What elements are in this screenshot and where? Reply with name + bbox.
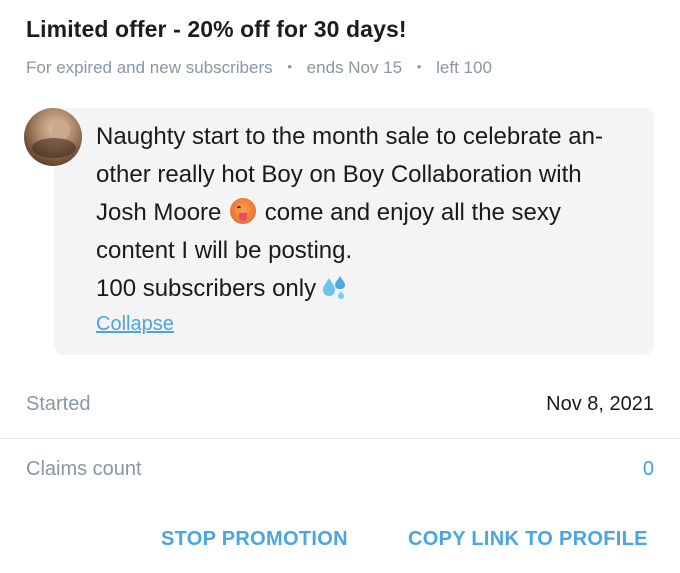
message-line-part: come and enjoy all the sexy <box>264 199 561 226</box>
avatar[interactable] <box>24 108 82 166</box>
avatar-shade <box>32 138 76 158</box>
message-line: content I will be posting. <box>96 237 353 264</box>
promo-ends: ends Nov 15 <box>306 58 403 77</box>
collapse-link[interactable]: Collapse <box>96 313 174 336</box>
copy-link-button[interactable]: COPY LINK TO PROFILE <box>408 528 648 551</box>
promo-meta: For expired and new subscribers • ends N… <box>26 58 492 78</box>
claims-label: Claims count <box>26 458 142 480</box>
sweat-droplets-icon <box>323 276 346 299</box>
promo-title: Limited offer - 20% off for 30 days! <box>26 16 407 42</box>
started-label: Started <box>26 393 91 415</box>
started-row: Started Nov 8, 2021 <box>26 393 654 416</box>
claims-row: Claims count 0 <box>26 458 654 481</box>
promo-left: left 100 <box>436 58 492 77</box>
started-value: Nov 8, 2021 <box>546 393 654 415</box>
message-text: Naughty start to the month sale to celeb… <box>96 118 641 308</box>
message-line: 100 subscribers only <box>96 270 641 308</box>
hot-face-emoji-icon <box>230 198 257 224</box>
avatar-face <box>52 120 70 140</box>
message-line: other really hot Boy on Boy Collaboratio… <box>96 161 582 188</box>
separator-dot: • <box>416 59 422 74</box>
message-line-part: Josh Moore <box>96 199 222 226</box>
message-line: Naughty start to the month sale to celeb… <box>96 123 603 150</box>
message-line: Josh Moore come and enjoy all the sexy <box>96 194 641 232</box>
divider <box>0 438 680 439</box>
promo-audience: For expired and new subscribers <box>26 58 273 77</box>
claims-value[interactable]: 0 <box>643 458 654 481</box>
message-line-part: 100 subscribers only <box>96 275 317 302</box>
separator-dot: • <box>287 59 292 74</box>
stop-promotion-button[interactable]: STOP PROMOTION <box>161 528 348 551</box>
message-bubble: Naughty start to the month sale to celeb… <box>54 108 654 355</box>
